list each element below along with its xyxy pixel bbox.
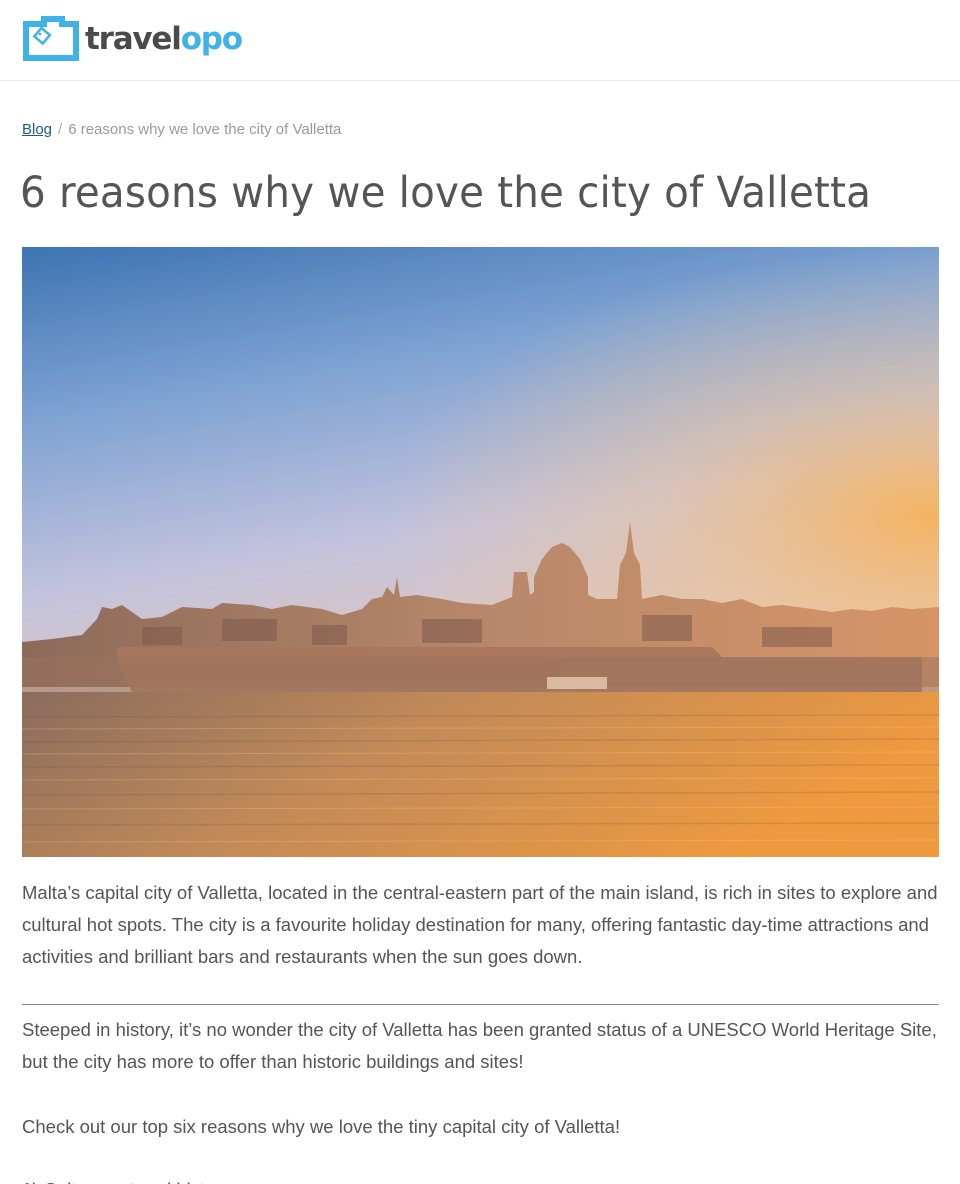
breadcrumb: Blog / 6 reasons why we love the city of V…	[22, 121, 341, 138]
site-logo[interactable]: travelopo	[22, 13, 243, 63]
site-header: travelopo	[0, 0, 960, 81]
logo-wordmark-dark: travel	[85, 21, 182, 57]
logo-wordmark: travelopo	[85, 21, 243, 57]
section-heading: 1) Culture, art and history	[22, 1174, 942, 1184]
body-paragraph: Steeped in history, it’s no wonder the c…	[22, 1019, 937, 1072]
intro-paragraph: Malta’s capital city of Valletta, locate…	[22, 882, 938, 967]
breadcrumb-link-blog[interactable]: Blog	[22, 121, 52, 138]
suitcase-logo-icon	[23, 16, 79, 61]
logo-wordmark-blue: opo	[180, 21, 243, 57]
valletta-skyline-photo-icon	[22, 247, 939, 857]
breadcrumb-current: 6 reasons why we love the city of Vallet…	[68, 121, 342, 138]
hero-image	[22, 247, 939, 857]
page-title: 6 reasons why we love the city of Vallet…	[20, 168, 872, 218]
section-divider	[22, 1004, 939, 1005]
breadcrumb-separator: /	[58, 121, 63, 138]
body-paragraph: Check out our top six reasons why we lov…	[22, 1116, 621, 1137]
